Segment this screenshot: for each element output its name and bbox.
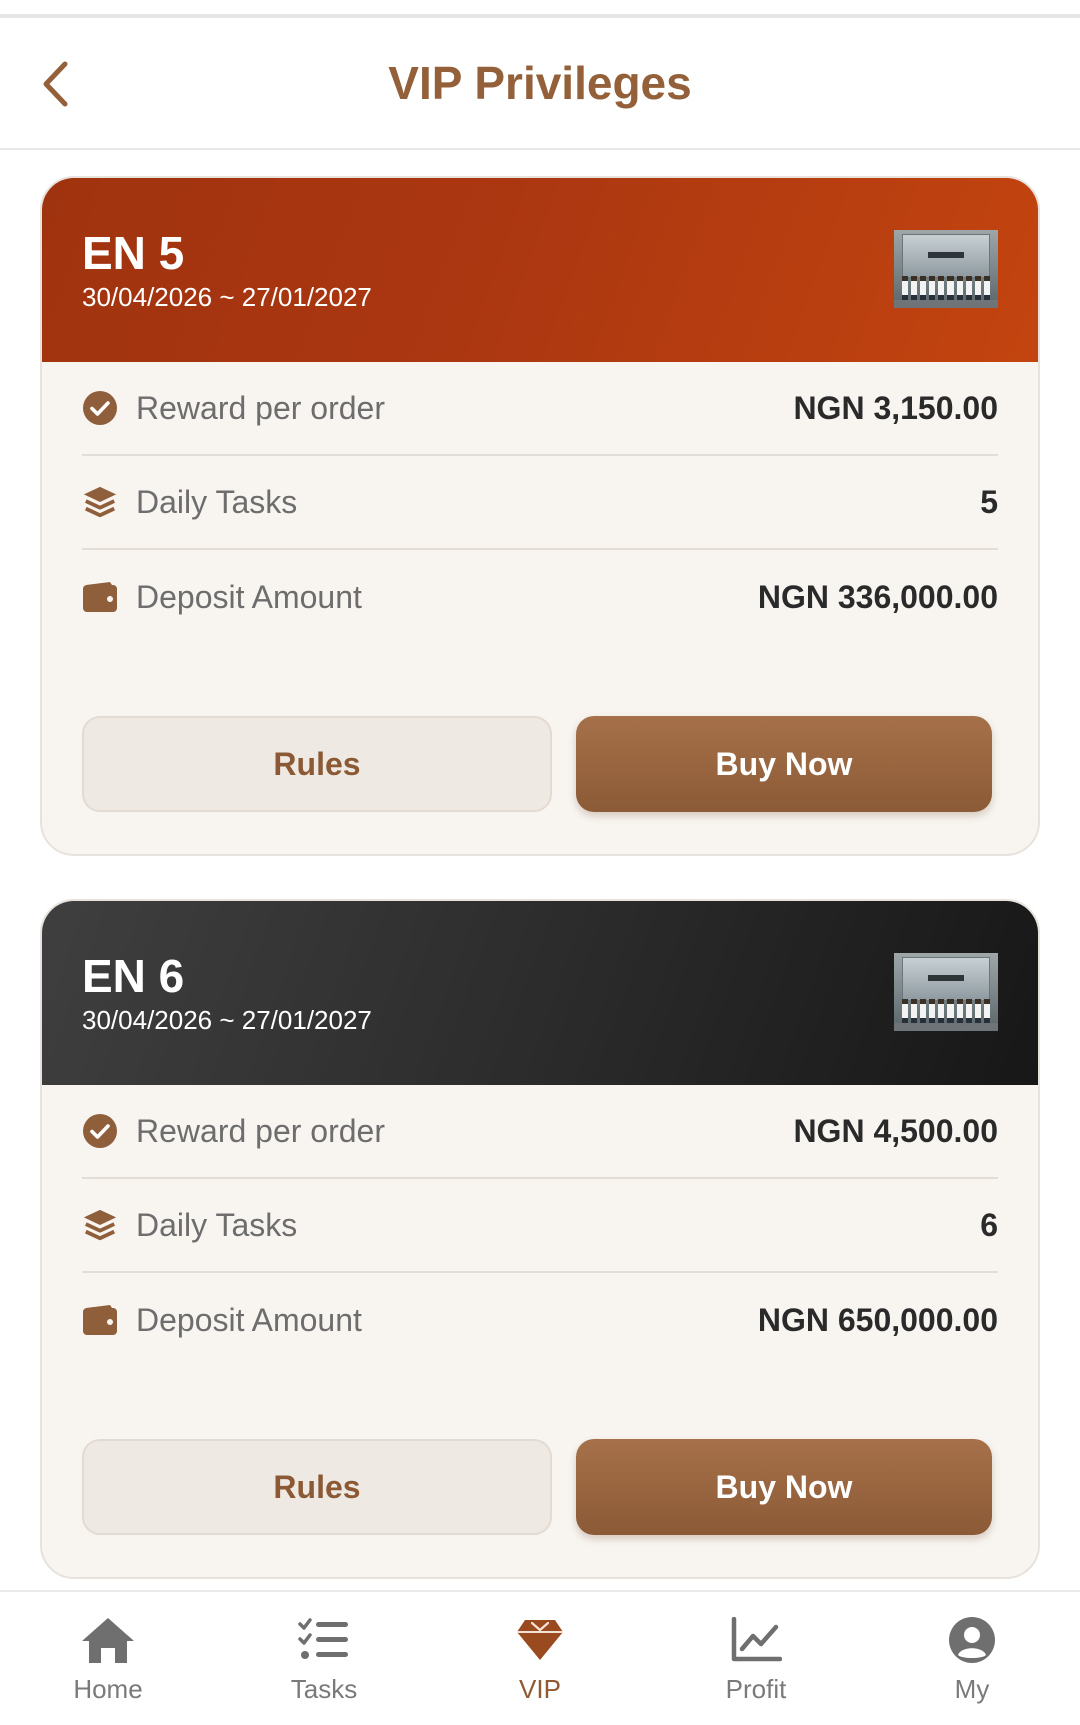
daily-tasks-row: Daily Tasks 5 bbox=[82, 456, 998, 550]
vip-level: EN 5 bbox=[82, 227, 185, 279]
wallet-icon bbox=[82, 579, 118, 615]
page-header: VIP Privileges bbox=[0, 18, 1080, 150]
tab-tasks-label: Tasks bbox=[290, 1674, 358, 1704]
reward-value: NGN 4,500.00 bbox=[793, 1112, 998, 1149]
vip-details: Reward per order NGN 4,500.00 Daily Task… bbox=[82, 1085, 998, 1367]
vip-card-header: EN 5 30/04/2026 ~ 27/01/2027 bbox=[42, 178, 1038, 362]
vip-level: EN 6 bbox=[82, 950, 185, 1002]
buy-now-button[interactable]: Buy Now bbox=[576, 716, 992, 812]
vip-period: 30/04/2026 ~ 27/01/2027 bbox=[82, 1005, 372, 1035]
rules-button[interactable]: Rules bbox=[82, 716, 552, 812]
tab-profit-label: Profit bbox=[725, 1674, 787, 1704]
deposit-value: NGN 650,000.00 bbox=[757, 1301, 998, 1338]
team-photo-thumbnail bbox=[894, 953, 998, 1031]
vip-details: Reward per order NGN 3,150.00 Daily Task… bbox=[82, 362, 998, 644]
bottom-tab-bar: Home Tasks VIP Profit My bbox=[0, 1590, 1080, 1725]
layers-icon bbox=[82, 484, 118, 520]
buy-now-button[interactable]: Buy Now bbox=[576, 1439, 992, 1535]
deposit-row: Deposit Amount NGN 650,000.00 bbox=[82, 1273, 998, 1367]
deposit-label: Deposit Amount bbox=[136, 1301, 362, 1338]
deposit-row: Deposit Amount NGN 336,000.00 bbox=[82, 550, 998, 644]
tab-tasks[interactable]: Tasks bbox=[249, 1614, 399, 1714]
reward-value: NGN 3,150.00 bbox=[793, 389, 998, 426]
tab-my-label: My bbox=[954, 1674, 990, 1704]
team-photo-thumbnail bbox=[894, 230, 998, 308]
reward-label: Reward per order bbox=[136, 389, 385, 426]
diamond-icon bbox=[512, 1614, 568, 1666]
reward-row: Reward per order NGN 4,500.00 bbox=[82, 1085, 998, 1179]
home-icon bbox=[80, 1614, 136, 1666]
reward-row: Reward per order NGN 3,150.00 bbox=[82, 362, 998, 456]
daily-tasks-value: 6 bbox=[980, 1206, 998, 1243]
tab-my[interactable]: My bbox=[897, 1614, 1047, 1714]
tab-profit[interactable]: Profit bbox=[681, 1614, 831, 1714]
vip-card-en5: EN 5 30/04/2026 ~ 27/01/2027 Reward per … bbox=[40, 176, 1040, 856]
reward-label: Reward per order bbox=[136, 1112, 385, 1149]
rules-button[interactable]: Rules bbox=[82, 1439, 552, 1535]
vip-period: 30/04/2026 ~ 27/01/2027 bbox=[82, 282, 372, 312]
deposit-label: Deposit Amount bbox=[136, 578, 362, 615]
deposit-value: NGN 336,000.00 bbox=[757, 578, 998, 615]
tab-home-label: Home bbox=[73, 1674, 143, 1704]
page-title: VIP Privileges bbox=[388, 57, 692, 109]
tab-home[interactable]: Home bbox=[33, 1614, 183, 1714]
tasks-list-icon bbox=[296, 1614, 352, 1666]
vip-card-header: EN 6 30/04/2026 ~ 27/01/2027 bbox=[42, 901, 1038, 1085]
check-circle-icon bbox=[82, 390, 118, 426]
daily-tasks-row: Daily Tasks 6 bbox=[82, 1179, 998, 1273]
chart-line-icon bbox=[728, 1614, 784, 1666]
user-circle-icon bbox=[944, 1614, 1000, 1666]
layers-icon bbox=[82, 1207, 118, 1243]
daily-tasks-label: Daily Tasks bbox=[136, 483, 298, 520]
daily-tasks-value: 5 bbox=[980, 483, 998, 520]
vip-list[interactable]: EN 5 30/04/2026 ~ 27/01/2027 Reward per … bbox=[0, 150, 1080, 1590]
wallet-icon bbox=[82, 1302, 118, 1338]
vip-card-en6: EN 6 30/04/2026 ~ 27/01/2027 Reward per … bbox=[40, 899, 1040, 1579]
tab-vip-label: VIP bbox=[519, 1674, 561, 1704]
tab-vip[interactable]: VIP bbox=[465, 1614, 615, 1714]
daily-tasks-label: Daily Tasks bbox=[136, 1206, 298, 1243]
check-circle-icon bbox=[82, 1113, 118, 1149]
